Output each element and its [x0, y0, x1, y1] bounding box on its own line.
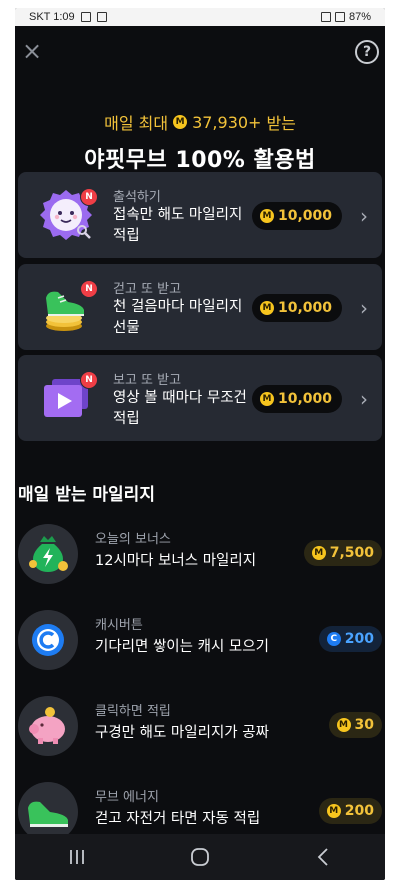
- reward-amount: 30: [354, 717, 374, 733]
- back-icon[interactable]: [303, 842, 343, 872]
- section-title: 매일 받는 마일리지: [18, 485, 155, 505]
- avatar: [18, 782, 78, 842]
- chevron-right-icon: ›: [360, 204, 368, 228]
- reward-amount: 10,000: [277, 300, 332, 316]
- mileage-coin-icon: M: [259, 392, 274, 406]
- mileage-coin-icon: M: [336, 718, 351, 732]
- reward-amount: 10,000: [277, 391, 332, 407]
- mileage-coin-icon: M: [311, 546, 326, 560]
- reward-amount: 200: [344, 803, 374, 819]
- reward-pill: M 10,000: [251, 294, 342, 322]
- close-icon[interactable]: ×: [21, 39, 43, 63]
- hero-subtitle: 매일 최대 M 37,930+ 받는: [15, 110, 385, 134]
- new-badge: N: [80, 280, 98, 298]
- item-category: 캐시버튼: [95, 618, 143, 633]
- card-description: 천 걸음마다 마일리지 선물: [113, 299, 243, 336]
- mileage-coin-icon: M: [259, 301, 274, 315]
- mileage-coin-icon: M: [173, 115, 188, 129]
- card-category: 보고 또 받고: [113, 373, 182, 388]
- status-bar: SKT 1:09 87%: [15, 8, 385, 26]
- piggy-bank-icon: [29, 707, 65, 744]
- card-video[interactable]: N 보고 또 받고 영상 볼 때마다 무조건 적립 M 10,000 ›: [18, 355, 382, 441]
- cash-button-icon: [32, 624, 64, 656]
- reward-pill: M 200: [318, 798, 382, 824]
- home-icon[interactable]: [180, 842, 220, 872]
- card-walking[interactable]: N 걷고 또 받고 천 걸음마다 마일리지 선물 M 10,000 ›: [18, 264, 382, 350]
- item-description: 12시마다 보너스 마일리지: [95, 553, 257, 569]
- reward-amount: 10,000: [277, 208, 332, 224]
- card-attendance[interactable]: N 출석하기 접속만 해도 마일리지 적립 M 10,000 ›: [18, 172, 382, 258]
- battery-level: 87%: [348, 11, 371, 23]
- hero-sub-suffix: 받는: [266, 114, 296, 133]
- mileage-coin-icon: M: [259, 209, 274, 223]
- reward-pill: M 7,500: [303, 540, 382, 566]
- item-description: 기다리면 쌓이는 캐시 모으기: [95, 639, 269, 655]
- top-bar: × ?: [15, 26, 385, 78]
- system-nav-bar: [15, 834, 385, 880]
- signal-icon: [334, 12, 345, 22]
- card-description: 영상 볼 때마다 무조건 적립: [113, 390, 247, 427]
- notification-icon: [80, 12, 91, 22]
- mileage-coin-icon: M: [326, 804, 341, 818]
- chevron-right-icon: ›: [360, 387, 368, 411]
- cash-coin-icon: C: [326, 632, 341, 646]
- wifi-icon: [320, 12, 331, 22]
- item-description: 걷고 자전거 타면 자동 적립: [95, 811, 261, 827]
- chevron-right-icon: ›: [360, 296, 368, 320]
- recent-apps-icon[interactable]: [57, 842, 97, 872]
- list-item-bonus[interactable]: 오늘의 보너스 12시마다 보너스 마일리지 M 7,500: [18, 518, 382, 590]
- list-item-cash-button[interactable]: 캐시버튼 기다리면 쌓이는 캐시 모으기 C 200: [18, 604, 382, 676]
- new-badge: N: [80, 188, 98, 206]
- reward-pill: M 30: [328, 712, 382, 738]
- hero-sub-prefix: 매일 최대: [104, 114, 169, 133]
- reward-pill: C 200: [318, 626, 382, 652]
- app-screen: SKT 1:09 87% × ? 매일 최대 M 37,930+ 받는 야핏무브…: [15, 8, 385, 880]
- hero-sub-amount: 37,930+: [192, 112, 262, 132]
- reward-pill: M 10,000: [251, 202, 342, 230]
- card-category: 걷고 또 받고: [113, 282, 182, 297]
- money-bag-icon: [29, 536, 68, 572]
- new-badge: N: [80, 371, 98, 389]
- item-category: 오늘의 보너스: [95, 532, 171, 547]
- reward-pill: M 10,000: [251, 385, 342, 413]
- avatar: [18, 696, 78, 756]
- notification-icon: [96, 12, 107, 22]
- reward-amount: 7,500: [329, 545, 374, 561]
- card-description: 접속만 해도 마일리지 적립: [113, 207, 243, 244]
- avatar: [18, 610, 78, 670]
- card-category: 출석하기: [113, 190, 161, 205]
- reward-amount: 200: [344, 631, 374, 647]
- item-category: 클릭하면 적립: [95, 704, 171, 719]
- avatar: [18, 524, 78, 584]
- item-category: 무브 에너지: [95, 790, 159, 805]
- sneaker-icon: [28, 801, 68, 827]
- item-description: 구경만 해도 마일리지가 공짜: [95, 725, 269, 741]
- page-title: 야핏무브 100% 활용법: [84, 148, 316, 173]
- status-time: SKT 1:09: [29, 11, 75, 23]
- help-icon[interactable]: ?: [355, 40, 379, 64]
- list-item-click-reward[interactable]: 클릭하면 적립 구경만 해도 마일리지가 공짜 M 30: [18, 690, 382, 762]
